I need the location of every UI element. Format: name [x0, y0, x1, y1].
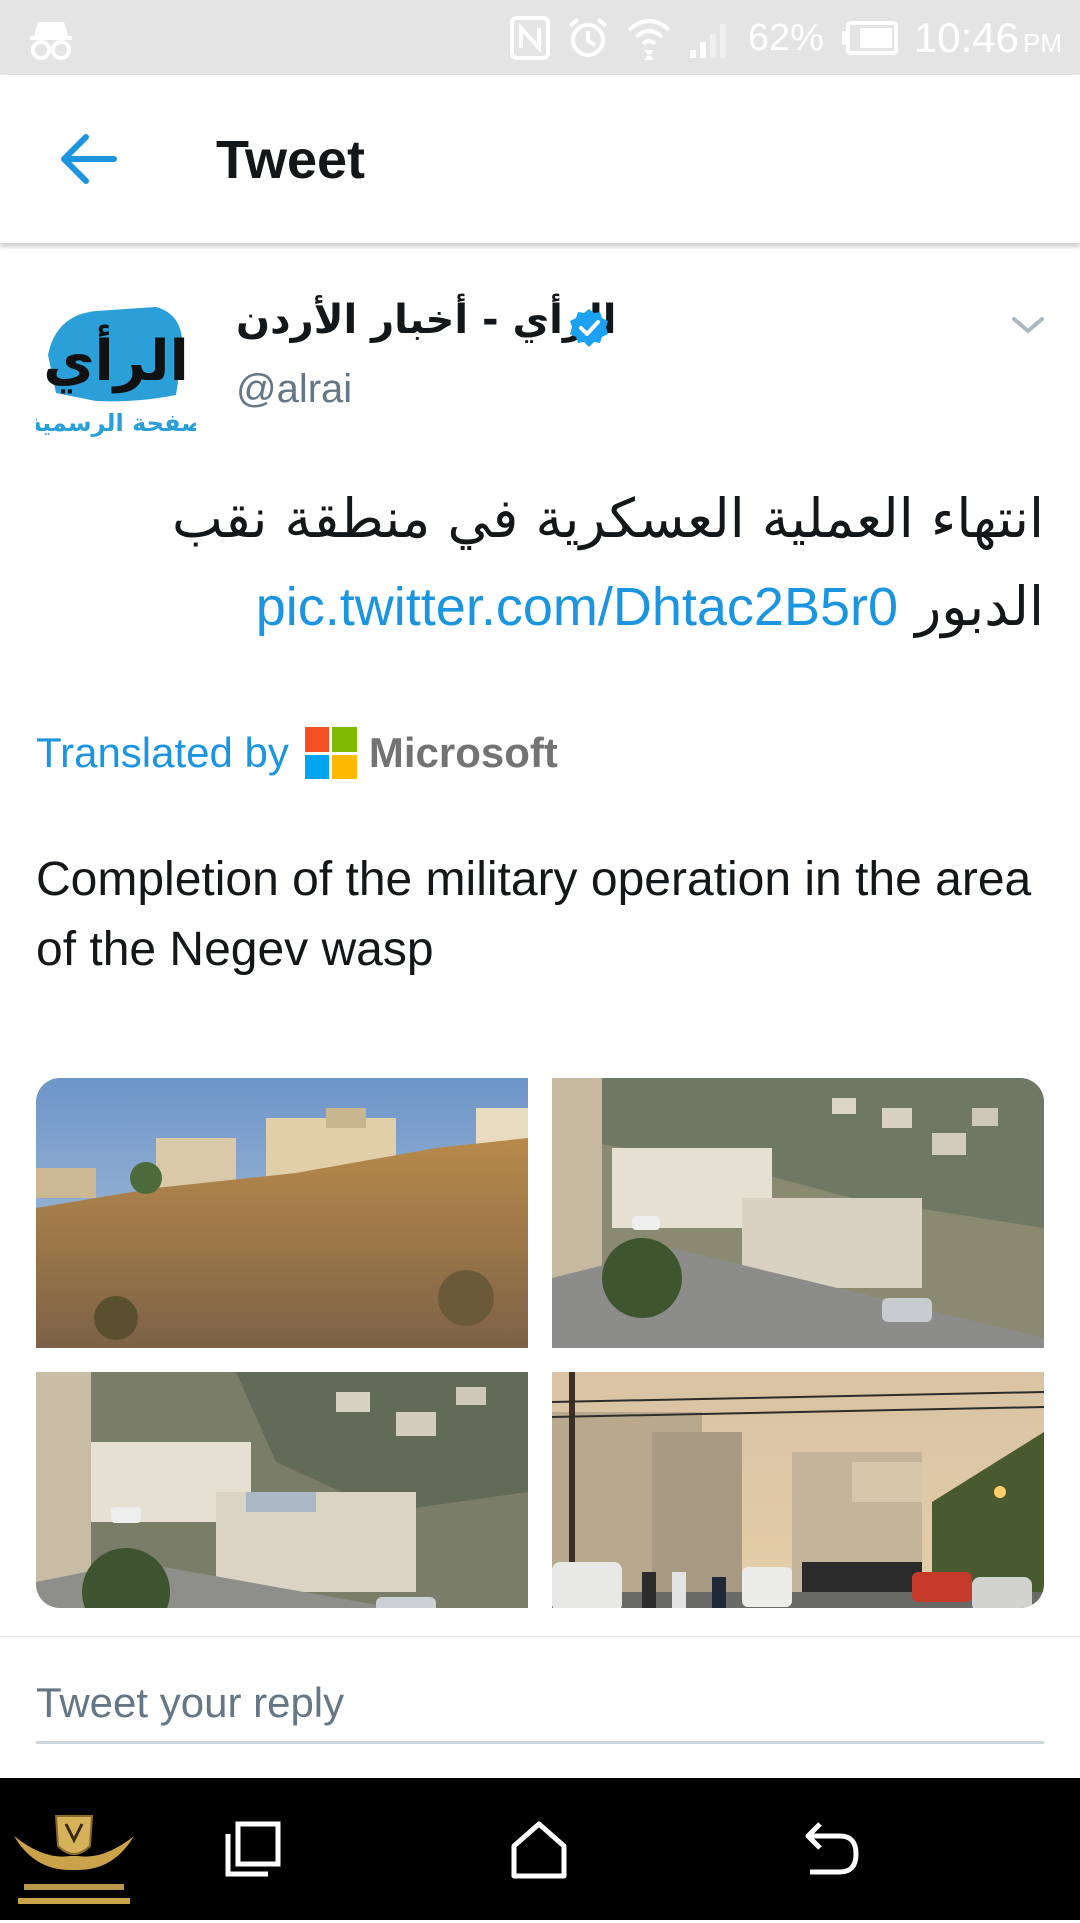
clock-am-pm: PM [1023, 28, 1062, 58]
tweet-photo-4[interactable] [552, 1372, 1044, 1608]
photo-street-hillside [552, 1078, 1044, 1348]
wifi-icon [626, 16, 672, 60]
microsoft-logo-icon [304, 727, 357, 779]
photo-crowded-street [552, 1372, 1044, 1608]
page-title: Tweet [216, 130, 366, 190]
home-icon [511, 1821, 567, 1879]
avatar[interactable]: الرأي صفحة الرسمية [36, 285, 196, 445]
system-back-button[interactable] [796, 1816, 862, 1882]
app-bar: Tweet [0, 75, 1080, 244]
battery-icon [840, 21, 898, 55]
back-button[interactable] [56, 127, 120, 191]
reply-bar [0, 1636, 1080, 1779]
home-button[interactable] [506, 1816, 572, 1882]
verified-badge-icon [568, 307, 610, 349]
recent-apps-icon [225, 1821, 281, 1877]
alarm-icon [566, 16, 610, 60]
avatar-logo-subtext: صفحة الرسمية [36, 409, 196, 437]
translation-attribution: Translated by Microsoft [36, 725, 558, 781]
translator-name: Microsoft [368, 729, 558, 776]
translated-by-label: Translated by [36, 729, 289, 776]
forum-watermark-logo [4, 1800, 144, 1918]
nfc-icon [509, 16, 550, 60]
signal-icon [688, 18, 732, 58]
recent-apps-button[interactable] [220, 1816, 286, 1882]
arrow-left-icon [61, 134, 117, 184]
back-icon [805, 1822, 859, 1875]
clock-time: 10:46 [913, 14, 1019, 61]
alrai-logo: الرأي صفحة الرسمية [36, 285, 196, 445]
tweet-photo-1[interactable] [36, 1078, 528, 1348]
status-bar: 62% 10:46 PM [0, 0, 1080, 75]
battery-percent: 62% [747, 16, 824, 59]
tweet-media-link[interactable]: pic.twitter.com/Dhtac2B5r0 [256, 577, 898, 637]
tweet-photo-3[interactable] [36, 1372, 528, 1608]
author-name[interactable]: الرأي - أخبار الأردن [236, 297, 616, 343]
media-grid [36, 1078, 1044, 1608]
tweet-text: انتهاء العملية العسكرية في منطقة نقب الد… [36, 475, 1044, 651]
photo-hillside [36, 1078, 528, 1348]
chevron-down-icon[interactable] [1010, 313, 1046, 337]
translated-text: Completion of the military operation in … [36, 853, 1032, 976]
photo-street-closeup [36, 1372, 528, 1608]
tweet-photo-2[interactable] [552, 1078, 1044, 1348]
incognito-icon [28, 16, 74, 62]
reply-input[interactable] [36, 1665, 1044, 1744]
clock: 10:46 PM [914, 14, 1062, 62]
status-icons: 62% 10:46 PM [509, 8, 1062, 68]
nav-bar [0, 1778, 1080, 1920]
author-handle[interactable]: @alrai [236, 367, 352, 412]
avatar-logo-text: الرأي [43, 324, 189, 394]
